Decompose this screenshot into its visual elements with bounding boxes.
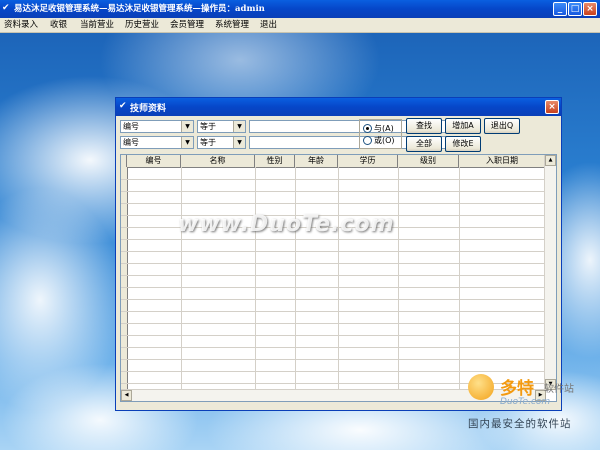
menu-item-current-business[interactable]: 当前营业 [80,19,114,31]
grid-row-line [121,203,546,204]
minimize-button[interactable]: _ [553,2,567,16]
radio-or-label: 或(O) [374,136,395,145]
grid-column-line [398,167,399,399]
radio-and-label: 与(A) [374,124,394,133]
filter-operator-select-1[interactable]: 等于 ▼ [197,120,246,133]
filter-field-value-1: 编号 [123,122,139,131]
dialog-close-button[interactable]: × [545,100,559,114]
site-logo: 多特 软件站 DuoTe.com 国内最安全的软件站 [466,372,596,434]
column-header-gender[interactable]: 性别 [255,155,295,167]
column-header-level[interactable]: 级别 [398,155,459,167]
filter-field-select-1[interactable]: 编号 ▼ [120,120,194,133]
grid-column-line [181,167,182,399]
app-titlebar: ✔ 易达沐足收银管理系统—易达沐足收银管理系统—操作员：admin _ □ × [0,0,600,18]
radio-and[interactable]: 与(A) [363,123,394,134]
grid-column-line [295,167,296,399]
technician-grid[interactable]: 编号 名称 性别 年龄 学历 级别 入职日期 ▲ ▼ ◀ ▶ [120,154,557,402]
logic-radio-group: 与(A) 或(O) [359,119,402,149]
search-button[interactable]: 查找 [406,118,442,134]
dialog-title: 技师资料 [130,104,167,114]
menu-item-data-entry[interactable]: 资料录入 [4,19,38,31]
grid-row-line [121,251,546,252]
grid-column-line [338,167,339,399]
menu-item-exit[interactable]: 退出 [260,19,277,31]
grid-row-line [121,275,546,276]
grid-column-line [459,167,460,399]
edit-button[interactable]: 修改E [445,136,481,152]
column-header-age[interactable]: 年龄 [295,155,338,167]
dialog-titlebar: ✔ 技师资料 × [116,98,561,116]
filter-operator-value-1: 等于 [200,122,216,131]
filter-operator-select-2[interactable]: 等于 ▼ [197,136,246,149]
grid-row-line [121,239,546,240]
menubar: 资料录入 收银 当前营业 历史营业 会员管理 系统管理 退出 [0,18,600,33]
grid-header: 编号 名称 性别 年龄 学历 级别 入职日期 [121,155,546,168]
chevron-down-icon[interactable]: ▼ [181,121,193,132]
filter-field-select-2[interactable]: 编号 ▼ [120,136,194,149]
show-all-button[interactable]: 全部 [406,136,442,152]
exit-button[interactable]: 退出Q [484,118,520,134]
grid-row-line [121,179,546,180]
mascot-icon [468,374,494,400]
menu-item-member-management[interactable]: 会员管理 [170,19,204,31]
row-indicator-column [121,167,128,399]
app-title: 易达沐足收银管理系统—易达沐足收银管理系统—操作员：admin [14,4,265,14]
scroll-up-icon[interactable]: ▲ [545,155,556,166]
scroll-left-icon[interactable]: ◀ [121,390,132,401]
dialog-icon: ✔ [119,101,127,111]
radio-selected-icon [363,124,372,133]
grid-row-line [121,359,546,360]
grid-column-line [255,167,256,399]
radio-or[interactable]: 或(O) [363,135,395,146]
logo-url: DuoTe.com [500,397,551,407]
column-header-name[interactable]: 名称 [181,155,255,167]
column-header-education[interactable]: 学历 [338,155,398,167]
grid-row-line [121,263,546,264]
close-button[interactable]: × [583,2,597,16]
app-icon: ✔ [2,3,10,13]
maximize-button[interactable]: □ [568,2,582,16]
menu-item-history-business[interactable]: 历史营业 [125,19,159,31]
grid-row-line [121,335,546,336]
add-button[interactable]: 增加A [445,118,481,134]
vertical-scrollbar[interactable]: ▲ ▼ [544,155,556,390]
logo-name: 多特 [500,379,534,399]
chevron-down-icon[interactable]: ▼ [233,137,245,148]
grid-row-line [121,287,546,288]
chevron-down-icon[interactable]: ▼ [233,121,245,132]
grid-row-line [121,191,546,192]
menu-item-system-management[interactable]: 系统管理 [215,19,249,31]
filter-operator-value-2: 等于 [200,138,216,147]
menu-item-cashier[interactable]: 收银 [50,19,67,31]
column-header-id[interactable]: 编号 [127,155,181,167]
filter-field-value-2: 编号 [123,138,139,147]
grid-row-line [121,299,546,300]
grid-row-line [121,347,546,348]
watermark-text: www.DuoTe.com [178,212,395,237]
radio-unselected-icon [363,136,372,145]
technician-dialog: ✔ 技师资料 × 编号 ▼ 等于 ▼ 编号 ▼ 等于 ▼ 与(A) 或(O) 查… [115,97,562,411]
grid-row-line [121,311,546,312]
column-header-hire-date[interactable]: 入职日期 [459,155,546,167]
logo-tagline: 国内最安全的软件站 [468,418,572,430]
chevron-down-icon[interactable]: ▼ [181,137,193,148]
grid-row-line [121,323,546,324]
logo-sub: 软件站 [544,384,574,395]
